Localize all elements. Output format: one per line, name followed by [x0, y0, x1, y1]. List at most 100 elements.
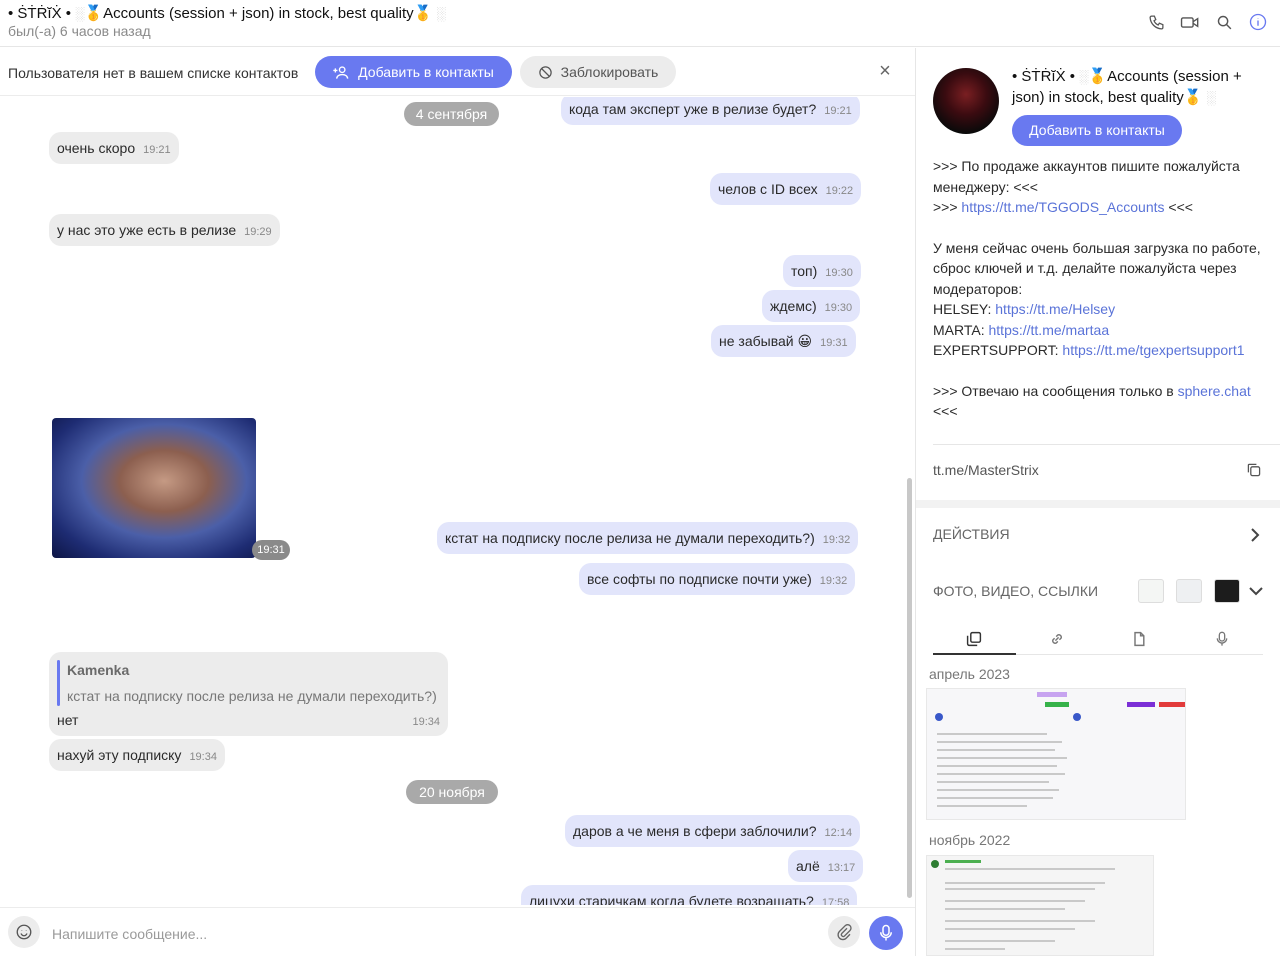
message-outgoing[interactable]: кстат на подписку после релиза не думали… — [437, 522, 859, 554]
microphone-icon — [880, 924, 892, 941]
message-text: даров а че меня в сфери заблочили? — [573, 823, 817, 839]
message-text: кода там эксперт уже в релизе будет? — [569, 101, 817, 117]
emoji-button[interactable] — [8, 916, 40, 948]
close-icon[interactable]: × — [876, 61, 894, 81]
message-outgoing[interactable]: лицухи старичкам когда будете возращать?… — [521, 885, 858, 905]
phone-icon[interactable] — [1146, 11, 1166, 33]
bio-link[interactable]: https://tt.me/TGGODS_Accounts — [961, 199, 1164, 215]
message-text: все софты по подписке почти уже) — [587, 571, 812, 587]
media-thumbnail[interactable] — [1138, 579, 1164, 603]
chevron-right-icon[interactable] — [1248, 526, 1262, 544]
sticker-image[interactable] — [52, 418, 256, 558]
bio-link[interactable]: https://tt.me/martaa — [989, 322, 1110, 338]
message-time: 19:21 — [824, 105, 852, 117]
media-month-label: ноябрь 2022 — [929, 832, 1011, 848]
add-contact-label: Добавить в контакты — [358, 64, 494, 80]
header-actions — [1146, 11, 1268, 33]
media-month-label: апрель 2023 — [929, 666, 1010, 682]
chevron-down-icon[interactable] — [1248, 584, 1264, 598]
profile-username[interactable]: tt.me/MasterStrix — [933, 462, 1039, 478]
chat-title[interactable]: • ṠṪṘĭẊ • ░🥇Accounts (session + json) in… — [8, 4, 446, 22]
search-icon[interactable] — [1214, 11, 1234, 33]
tab-voice[interactable] — [1181, 623, 1264, 654]
message-text: у нас это уже есть в релизе — [57, 222, 237, 238]
link-icon — [1051, 633, 1062, 644]
message-outgoing[interactable]: не забывай 😀 19:31 — [711, 325, 856, 357]
message-outgoing[interactable]: алё 13:17 — [788, 850, 864, 882]
reply-quote-text[interactable]: кстат на подписку после релиза не думали… — [67, 688, 437, 704]
message-time: 19:29 — [244, 226, 272, 238]
message-time: 17:58 — [821, 897, 850, 905]
message-time: 19:21 — [143, 144, 171, 156]
messenger-window: • ṠṪṘĭẊ • ░🥇Accounts (session + json) in… — [0, 0, 1280, 956]
avatar[interactable] — [933, 68, 999, 134]
section-separator — [916, 500, 1280, 508]
message-text: топ) — [791, 263, 818, 279]
message-time: 19:34 — [412, 716, 440, 728]
bio-line: >>> https://tt.me/TGGODS_Accounts <<< — [933, 199, 1193, 215]
block-user-button[interactable]: Заблокировать — [520, 56, 676, 88]
actions-section[interactable]: ДЕЙСТВИЯ — [933, 526, 1010, 542]
title-prefix: • ṠṪṘĭẊ • — [8, 5, 72, 22]
tab-links[interactable] — [1016, 623, 1099, 654]
message-time: 19:34 — [189, 751, 217, 763]
profile-bio: >>> По продаже аккаунтов пишите пожалуйс… — [933, 156, 1273, 422]
paperclip-icon — [837, 924, 852, 941]
bio-link[interactable]: https://tt.me/Helsey — [995, 301, 1115, 317]
media-thumbnail[interactable] — [1176, 579, 1202, 603]
message-text: кстат на подписку после релиза не думали… — [445, 530, 815, 546]
sparkle-icon: ░ — [436, 6, 446, 21]
profile-add-contact-button[interactable]: Добавить в контакты — [1012, 115, 1182, 146]
info-icon[interactable] — [1248, 11, 1268, 33]
medal-icon: 🥇 — [1183, 89, 1203, 106]
medal-icon: 🥇 — [1088, 68, 1108, 85]
message-outgoing[interactable]: все софты по подписке почти уже) 19:32 — [579, 563, 856, 595]
message-outgoing[interactable]: даров а че меня в сфери заблочили? 12:14 — [565, 815, 861, 847]
profile-name: • ṠṪṘĭẊ • ░🥇Accounts (session + json) in… — [1012, 66, 1267, 108]
message-with-reply[interactable]: Kamenka кстат на подписку после релиза н… — [49, 652, 448, 736]
message-time: 19:22 — [825, 185, 854, 197]
scrollbar[interactable] — [907, 478, 912, 898]
smile-icon — [16, 924, 32, 940]
add-contact-button[interactable]: Добавить в контакты — [315, 56, 512, 88]
message-incoming[interactable]: у нас это уже есть в релизе 19:29 — [49, 214, 280, 246]
message-text: челов с ID всех — [718, 181, 818, 197]
bio-line: HELSEY: https://tt.me/Helsey — [933, 301, 1116, 317]
message-outgoing[interactable]: топ) 19:30 — [783, 255, 861, 287]
message-incoming[interactable]: нахуй эту подписку 19:34 — [49, 739, 225, 771]
video-call-icon[interactable] — [1180, 11, 1200, 33]
copy-icon[interactable] — [1246, 462, 1262, 478]
date-separator: 4 сентября — [404, 102, 499, 126]
bio-line: >>> По продаже аккаунтов пишите пожалуйс… — [933, 158, 1240, 195]
message-outgoing[interactable]: челов с ID всех 19:22 — [710, 173, 862, 205]
date-separator: 20 ноября — [406, 780, 498, 804]
voice-record-button[interactable] — [869, 916, 903, 950]
message-composer — [0, 907, 915, 956]
tab-files[interactable] — [1098, 623, 1181, 654]
non-contact-notice: Пользователя нет в вашем списке контакто… — [0, 48, 915, 96]
bio-line: EXPERTSUPPORT: https://tt.me/tgexpertsup… — [933, 342, 1245, 358]
bio-link[interactable]: sphere.chat — [1178, 383, 1251, 399]
chat-header: • ṠṪṘĭẊ • ░🥇Accounts (session + json) in… — [0, 0, 1280, 47]
add-user-icon — [333, 65, 349, 79]
message-outgoing[interactable]: кода там эксперт уже в релизе будет? 19:2… — [561, 97, 860, 125]
file-icon — [1134, 631, 1145, 646]
message-input[interactable] — [52, 923, 792, 945]
last-seen-status: был(-а) 6 часов назад — [8, 23, 151, 39]
message-time: 19:30 — [824, 302, 853, 314]
bio-link[interactable]: https://tt.me/tgexpertsupport1 — [1062, 342, 1244, 358]
media-screenshot[interactable] — [926, 855, 1154, 956]
message-text: нахуй эту подписку — [57, 747, 182, 763]
message-outgoing[interactable]: ждемс) 19:30 — [762, 290, 861, 322]
media-screenshot[interactable] — [926, 688, 1186, 820]
message-text: нет — [57, 712, 79, 728]
message-incoming[interactable]: очень скоро 19:21 — [49, 132, 179, 164]
medal-icon: 🥇 — [84, 5, 104, 22]
media-section[interactable]: ФОТО, ВИДЕО, ССЫЛКИ — [933, 583, 1098, 599]
attach-button[interactable] — [828, 916, 860, 948]
media-thumbnails — [1138, 579, 1240, 603]
media-thumbnail[interactable] — [1214, 579, 1240, 603]
bio-line: >>> Отвечаю на сообщения только в sphere… — [933, 382, 1251, 420]
chat-area: Пользователя нет в вашем списке контакто… — [0, 48, 915, 956]
tab-media[interactable] — [933, 623, 1016, 655]
